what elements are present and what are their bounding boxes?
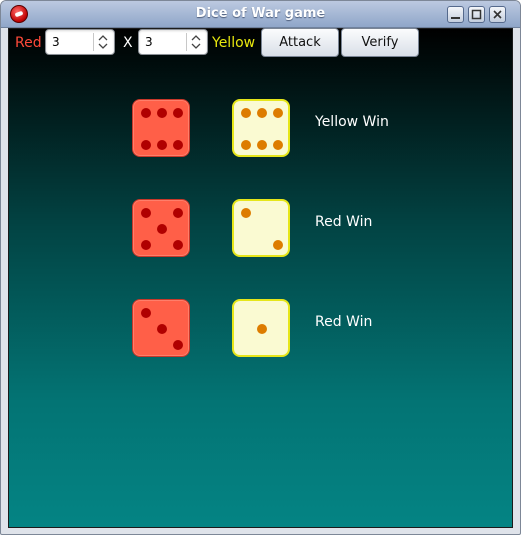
game-window: Dice of War game Red 3 X 3 Yellow Attack [0,0,521,535]
minimize-icon [451,17,460,19]
die-pip [157,324,167,334]
maximize-icon [471,9,482,20]
title-bar[interactable]: Dice of War game [1,1,520,28]
die-pip [173,240,183,250]
red-die-1 [132,99,190,157]
round-result-3: Red Win [315,314,373,330]
spinner-arrows-icon[interactable] [93,33,111,51]
die-pip [141,140,151,150]
die-pip [173,208,183,218]
yellow-die-3 [232,299,290,357]
yellow-count-value[interactable]: 3 [145,35,153,49]
die-pip [257,140,267,150]
game-board: Red 3 X 3 Yellow Attack Verify Yellow Wi… [8,28,513,528]
die-pip [173,340,183,350]
red-die-2 [132,199,190,257]
die-pip [241,140,251,150]
versus-label: X [123,35,133,51]
yellow-die-2 [232,199,290,257]
close-icon [493,10,502,19]
red-die-3 [132,299,190,357]
die-pip [273,240,283,250]
die-pip [157,108,167,118]
die-pip [141,308,151,318]
die-pip [241,208,251,218]
die-pip [273,108,283,118]
minimize-button[interactable] [447,6,464,23]
spinner-arrows-icon[interactable] [186,33,204,51]
die-pip [257,324,267,334]
round-result-2: Red Win [315,214,373,230]
round-result-1: Yellow Win [315,114,389,130]
red-label: Red [15,35,42,51]
die-pip [241,108,251,118]
yellow-die-1 [232,99,290,157]
die-pip [257,108,267,118]
yellow-count-spinner[interactable]: 3 [138,29,208,55]
close-button[interactable] [489,6,506,23]
verify-button[interactable]: Verify [341,28,419,57]
die-pip [141,240,151,250]
red-count-value[interactable]: 3 [52,35,60,49]
maximize-button[interactable] [468,6,485,23]
window-title: Dice of War game [195,6,326,21]
die-pip [141,208,151,218]
die-pip [141,108,151,118]
red-count-spinner[interactable]: 3 [45,29,115,55]
die-pip [273,140,283,150]
die-pip [157,140,167,150]
attack-button[interactable]: Attack [261,28,339,57]
die-pip [173,108,183,118]
yellow-label: Yellow [212,35,256,51]
die-pip [157,224,167,234]
die-pip [173,140,183,150]
